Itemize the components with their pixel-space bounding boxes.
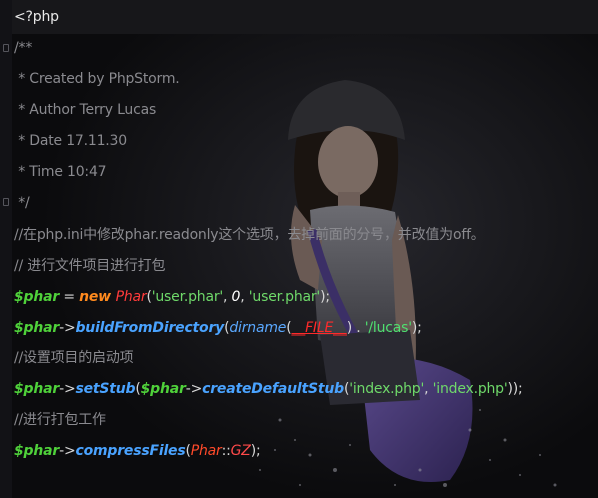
token-op: :: (221, 443, 231, 459)
code-line-code-compress[interactable]: $phar->compressFiles(Phar::GZ); (14, 440, 261, 462)
token-cmt: * Created by PhpStorm. (14, 71, 180, 87)
token-cmt: * Author Terry Lucas (14, 102, 157, 118)
token-cmt: //在php.ini中修改phar.readonly这个选项，去掉前面的分号，并… (14, 227, 485, 243)
token-meth: setStub (75, 381, 136, 397)
token-op: -> (59, 320, 76, 336)
code-line-comment-compress[interactable]: //进行打包工作 (14, 409, 106, 431)
token-punc: , (223, 289, 232, 305)
token-str: 'user.phar' (151, 289, 224, 305)
token-var: $phar (14, 381, 60, 397)
code-line-comment-startup[interactable]: //设置项目的启动项 (14, 347, 134, 369)
code-line-doc-created[interactable]: * Created by PhpStorm. (14, 68, 180, 90)
token-var: $phar (14, 289, 60, 305)
code-line-code-new-phar[interactable]: $phar = new Phar('user.phar', 0, 'user.p… (14, 286, 330, 308)
token-const2: GZ (230, 443, 251, 459)
token-punc: ); (250, 443, 261, 459)
token-kw: new (79, 289, 116, 305)
editor-gutter (0, 0, 12, 498)
token-punc: ); (320, 289, 330, 305)
token-cls2: Phar (190, 443, 222, 459)
token-num: 0 (231, 289, 241, 305)
token-php-open: <?php (14, 9, 59, 25)
token-punc: ); (411, 320, 422, 336)
fold-marker-icon[interactable] (3, 198, 9, 206)
token-punc: , (240, 289, 249, 305)
token-meth: compressFiles (75, 443, 186, 459)
code-line-doc-end[interactable]: */ (14, 192, 30, 214)
token-cmt: /** (14, 40, 33, 56)
token-cmt: //设置项目的启动项 (14, 350, 134, 366)
code-editor[interactable]: <?php /** * Created by PhpStorm. * Author… (0, 0, 598, 498)
token-str: 'index.php' (349, 381, 425, 397)
token-punc: ) . (346, 320, 365, 336)
code-line-doc-date[interactable]: * Date 17.11.30 (14, 130, 127, 152)
token-meth: buildFromDirectory (75, 320, 225, 336)
token-str: 'index.php' (432, 381, 508, 397)
code-line-code-build[interactable]: $phar->buildFromDirectory(dirname(__FILE… (14, 317, 422, 339)
token-cmt: */ (14, 195, 30, 211)
code-line-comment-ini[interactable]: //在php.ini中修改phar.readonly这个选项，去掉前面的分号，并… (14, 224, 485, 246)
token-var: $phar (14, 320, 60, 336)
token-const: __FILE__ (291, 320, 347, 336)
token-fn: dirname (229, 320, 287, 336)
code-line-php-open[interactable]: <?php (14, 6, 59, 28)
token-var: $phar (140, 381, 186, 397)
token-op: -> (59, 381, 76, 397)
token-punc: )); (507, 381, 523, 397)
token-cls: Phar (115, 289, 147, 305)
token-op: = (59, 289, 80, 305)
token-str2: '/lucas' (364, 320, 412, 336)
token-var: $phar (14, 443, 60, 459)
code-line-comment-pack[interactable]: // 进行文件项目进行打包 (14, 255, 165, 277)
token-op: -> (185, 381, 203, 397)
code-line-doc-start[interactable]: /** (14, 37, 32, 59)
fold-marker-icon[interactable] (3, 44, 9, 52)
code-line-code-setstub[interactable]: $phar->setStub($phar->createDefaultStub(… (14, 378, 523, 400)
token-cmt: // 进行文件项目进行打包 (14, 258, 166, 274)
token-punc: , (424, 381, 433, 397)
token-cmt: //进行打包工作 (14, 412, 106, 428)
token-cmt: * Date 17.11.30 (14, 133, 127, 149)
token-op: -> (59, 443, 76, 459)
token-cmt: * Time 10:47 (14, 164, 107, 180)
token-meth: createDefaultStub (202, 381, 344, 397)
code-line-doc-time[interactable]: * Time 10:47 (14, 161, 106, 183)
token-str: 'user.phar' (248, 289, 321, 305)
top-bar (0, 0, 598, 34)
code-line-doc-author[interactable]: * Author Terry Lucas (14, 99, 156, 121)
